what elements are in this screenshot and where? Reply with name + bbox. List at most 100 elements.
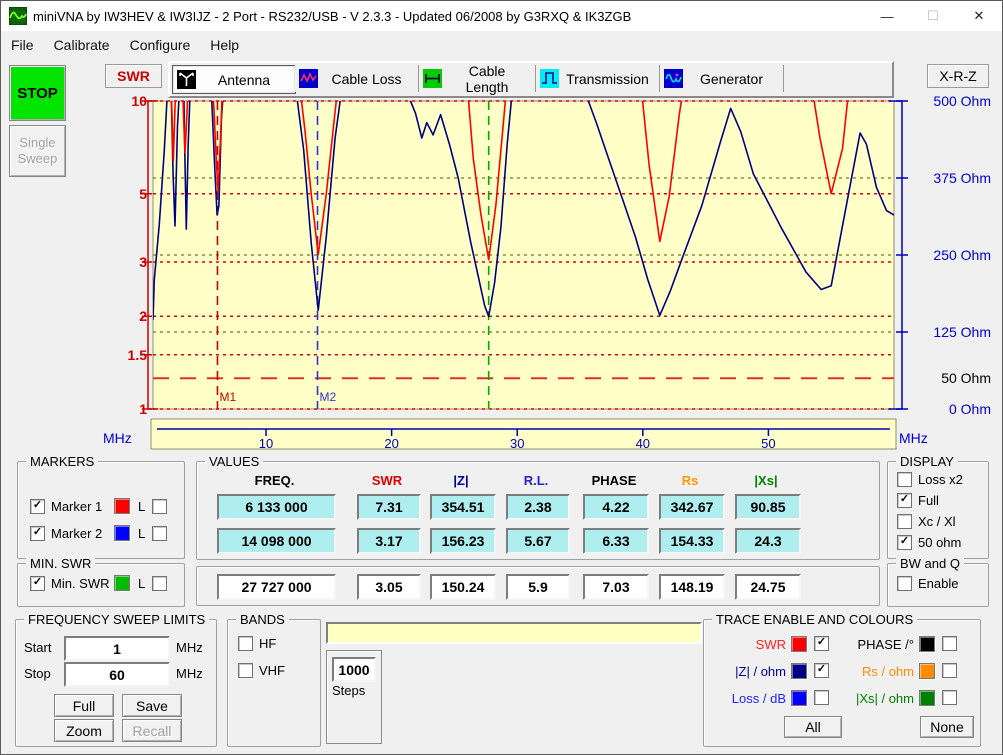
marker2-swr-value: 3.17 <box>357 528 421 554</box>
marker2-freq-value[interactable]: 14 098 000 <box>217 528 336 554</box>
trace-xs-label: |Xs| / ohm <box>836 691 914 706</box>
marker1-lock-checkbox[interactable] <box>152 499 167 514</box>
trace-all-button[interactable]: All <box>784 716 842 738</box>
trace-rs-swatch[interactable] <box>919 663 935 679</box>
swr-axis-tick-5: 5 <box>117 186 147 202</box>
values-group: VALUES FREQ. SWR |Z| R.L. PHASE Rs |Xs| … <box>196 461 880 560</box>
trace-z-checkbox[interactable]: ✓ <box>814 663 829 678</box>
col-header-phase: PHASE <box>583 473 645 488</box>
recall-button[interactable]: Recall <box>122 719 182 742</box>
values-group-title: VALUES <box>205 454 263 469</box>
trace-rs-checkbox[interactable] <box>942 663 957 678</box>
trace-none-button[interactable]: None <box>920 716 974 738</box>
trace-swr-checkbox[interactable]: ✓ <box>814 636 829 651</box>
bw-q-group-title: BW and Q <box>896 556 964 571</box>
swr-impedance-chart[interactable]: M1M21020304050 <box>141 96 911 456</box>
steps-label: Steps <box>332 683 365 698</box>
markers-group: MARKERS ✓ Marker 1 L ✓ Marker 2 L <box>17 461 185 559</box>
trace-swr-swatch[interactable] <box>791 636 807 652</box>
ohm-axis-tick-50: 50 Ohm <box>913 370 991 386</box>
stop-frequency-input[interactable]: 60 <box>64 662 170 687</box>
tab-transmission[interactable]: Transmission <box>536 65 660 92</box>
trace-phase-checkbox[interactable] <box>942 636 957 651</box>
bw-q-enable-checkbox[interactable] <box>897 576 912 591</box>
col-header-rs: Rs <box>659 473 721 488</box>
col-header-z: |Z| <box>430 473 492 488</box>
full-checkbox[interactable]: ✓ <box>897 493 912 508</box>
min-swr-rl-value: 5.9 <box>506 574 570 600</box>
sweep-limits-group-title: FREQUENCY SWEEP LIMITS <box>24 612 209 627</box>
marker1-checkbox[interactable]: ✓ <box>30 499 45 514</box>
antenna-icon <box>177 70 196 89</box>
min-swr-group-title: MIN. SWR <box>26 556 95 571</box>
vhf-label: VHF <box>259 663 285 678</box>
marker1-xs-value: 90.85 <box>735 494 801 520</box>
transmission-icon <box>540 69 559 88</box>
col-header-rl: R.L. <box>506 473 566 488</box>
zoom-button[interactable]: Zoom <box>54 719 114 742</box>
tab-cable-loss[interactable]: Cable Loss <box>295 65 419 92</box>
full-label: Full <box>918 493 939 508</box>
marker1-phase-value: 4.22 <box>583 494 649 520</box>
min-swr-checkbox[interactable]: ✓ <box>30 576 45 591</box>
tab-antenna[interactable]: Antenna <box>172 65 296 94</box>
ohm50-label: 50 ohm <box>918 535 961 550</box>
xc-xl-checkbox[interactable] <box>897 514 912 529</box>
steps-input[interactable]: 1000 <box>332 657 376 682</box>
display-group-title: DISPLAY <box>896 454 958 469</box>
maximize-button[interactable]: ☐ <box>910 1 956 31</box>
tab-label: Cable Loss <box>323 71 418 87</box>
vhf-checkbox[interactable] <box>238 663 253 678</box>
full-sweep-button[interactable]: Full <box>54 694 114 717</box>
marker2-phase-value: 6.33 <box>583 528 649 554</box>
tab-cable-length[interactable]: Cable Length <box>419 65 536 92</box>
marker2-color-swatch[interactable] <box>114 525 130 541</box>
steps-panel: 1000 Steps <box>326 650 382 744</box>
hf-checkbox[interactable] <box>238 636 253 651</box>
trace-z-swatch[interactable] <box>791 663 807 679</box>
close-button[interactable]: ✕ <box>956 1 1002 31</box>
ohm-axis-tick-375: 375 Ohm <box>913 170 991 186</box>
svg-text:M1: M1 <box>219 390 236 404</box>
sweep-progress-bar <box>326 622 702 644</box>
menu-file[interactable]: File <box>1 33 44 57</box>
menubar: File Calibrate Configure Help <box>1 31 1002 58</box>
min-swr-lock-checkbox[interactable] <box>152 576 167 591</box>
trace-colours-group-title: TRACE ENABLE AND COLOURS <box>712 612 917 627</box>
trace-loss-label: Loss / dB <box>708 691 786 706</box>
loss-x2-checkbox[interactable] <box>897 472 912 487</box>
marker1-freq-value[interactable]: 6 133 000 <box>217 494 336 520</box>
loss-x2-label: Loss x2 <box>918 472 963 487</box>
trace-loss-swatch[interactable] <box>791 690 807 706</box>
tab-generator[interactable]: Generator <box>660 65 784 92</box>
start-frequency-input[interactable]: 1 <box>64 636 170 661</box>
min-swr-color-swatch[interactable] <box>114 575 130 591</box>
single-sweep-button[interactable]: Single Sweep <box>9 125 66 177</box>
col-header-freq: FREQ. <box>217 473 332 488</box>
svg-text:M2: M2 <box>320 390 337 404</box>
trace-phase-swatch[interactable] <box>919 636 935 652</box>
svg-text:40: 40 <box>636 436 650 451</box>
marker1-color-swatch[interactable] <box>114 498 130 514</box>
swr-axis-tick-2: 2 <box>117 308 147 324</box>
trace-xs-swatch[interactable] <box>919 690 935 706</box>
xrz-mode-badge: X-R-Z <box>927 64 989 88</box>
min-swr-lock-label: L <box>138 576 145 591</box>
minimize-button[interactable]: — <box>864 1 910 31</box>
trace-z-label: |Z| / ohm <box>708 664 786 679</box>
trace-colours-group: TRACE ENABLE AND COLOURS SWR ✓ PHASE /° … <box>703 619 981 747</box>
marker2-lock-checkbox[interactable] <box>152 526 167 541</box>
menu-help[interactable]: Help <box>200 33 249 57</box>
start-unit-label: MHz <box>176 640 203 655</box>
trace-loss-checkbox[interactable] <box>814 690 829 705</box>
ohm50-checkbox[interactable]: ✓ <box>897 535 912 550</box>
min-swr-label: Min. SWR <box>51 576 110 591</box>
marker2-checkbox[interactable]: ✓ <box>30 526 45 541</box>
trace-xs-checkbox[interactable] <box>942 690 957 705</box>
bands-group-title: BANDS <box>236 612 289 627</box>
menu-calibrate[interactable]: Calibrate <box>44 33 120 57</box>
menu-configure[interactable]: Configure <box>120 33 201 57</box>
stop-button[interactable]: STOP <box>9 65 66 121</box>
trace-swr-label: SWR <box>708 637 786 652</box>
save-button[interactable]: Save <box>122 694 182 717</box>
